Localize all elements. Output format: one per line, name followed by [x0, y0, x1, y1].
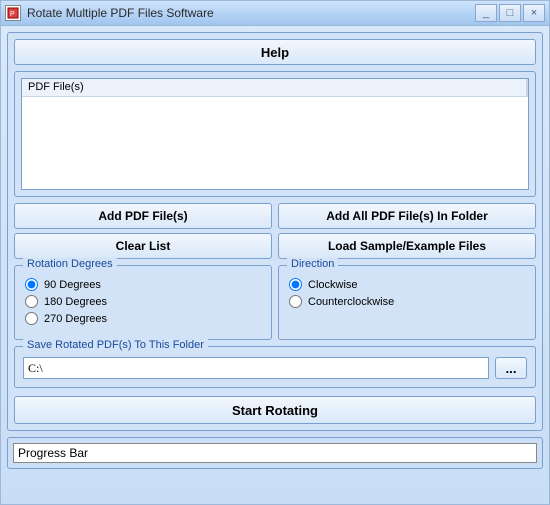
browse-button[interactable]: ...: [495, 357, 527, 379]
client-area: Help PDF File(s) Add PDF File(s) Add All…: [0, 26, 550, 505]
app-icon: P: [5, 5, 21, 21]
radio-label: Clockwise: [308, 279, 358, 291]
load-sample-button[interactable]: Load Sample/Example Files: [278, 233, 536, 259]
file-list-panel: PDF File(s): [14, 71, 536, 197]
save-folder-group: Save Rotated PDF(s) To This Folder ...: [14, 346, 536, 388]
main-panel: Help PDF File(s) Add PDF File(s) Add All…: [7, 32, 543, 431]
save-path-input[interactable]: [23, 357, 489, 379]
add-pdf-button[interactable]: Add PDF File(s): [14, 203, 272, 229]
file-list-header: PDF File(s): [22, 79, 528, 97]
direction-group: Direction Clockwise Counterclockwise: [278, 265, 536, 340]
close-button[interactable]: ×: [523, 4, 545, 22]
radio-label: Counterclockwise: [308, 296, 394, 308]
save-legend: Save Rotated PDF(s) To This Folder: [23, 339, 208, 351]
rotation-degrees-group: Rotation Degrees 90 Degrees 180 Degrees …: [14, 265, 272, 340]
radio-label: 90 Degrees: [44, 279, 101, 291]
radio-180-degrees[interactable]: 180 Degrees: [25, 295, 261, 308]
add-folder-button[interactable]: Add All PDF File(s) In Folder: [278, 203, 536, 229]
maximize-button[interactable]: □: [499, 4, 521, 22]
svg-text:P: P: [10, 11, 15, 18]
radio-90-degrees[interactable]: 90 Degrees: [25, 278, 261, 291]
window-title: Rotate Multiple PDF Files Software: [27, 6, 475, 20]
radio-clockwise[interactable]: Clockwise: [289, 278, 525, 291]
titlebar: P Rotate Multiple PDF Files Software _ □…: [0, 0, 550, 26]
footer-panel: Progress Bar: [7, 437, 543, 469]
radio-label: 180 Degrees: [44, 296, 107, 308]
file-list[interactable]: PDF File(s): [21, 78, 529, 190]
start-rotating-button[interactable]: Start Rotating: [14, 396, 536, 424]
help-button[interactable]: Help: [14, 39, 536, 65]
direction-legend: Direction: [287, 258, 338, 270]
rotation-legend: Rotation Degrees: [23, 258, 117, 270]
progress-bar: Progress Bar: [13, 443, 537, 463]
minimize-button[interactable]: _: [475, 4, 497, 22]
radio-270-degrees[interactable]: 270 Degrees: [25, 312, 261, 325]
radio-counterclockwise[interactable]: Counterclockwise: [289, 295, 525, 308]
column-header-pdf-files[interactable]: PDF File(s): [22, 79, 527, 96]
radio-label: 270 Degrees: [44, 313, 107, 325]
clear-list-button[interactable]: Clear List: [14, 233, 272, 259]
